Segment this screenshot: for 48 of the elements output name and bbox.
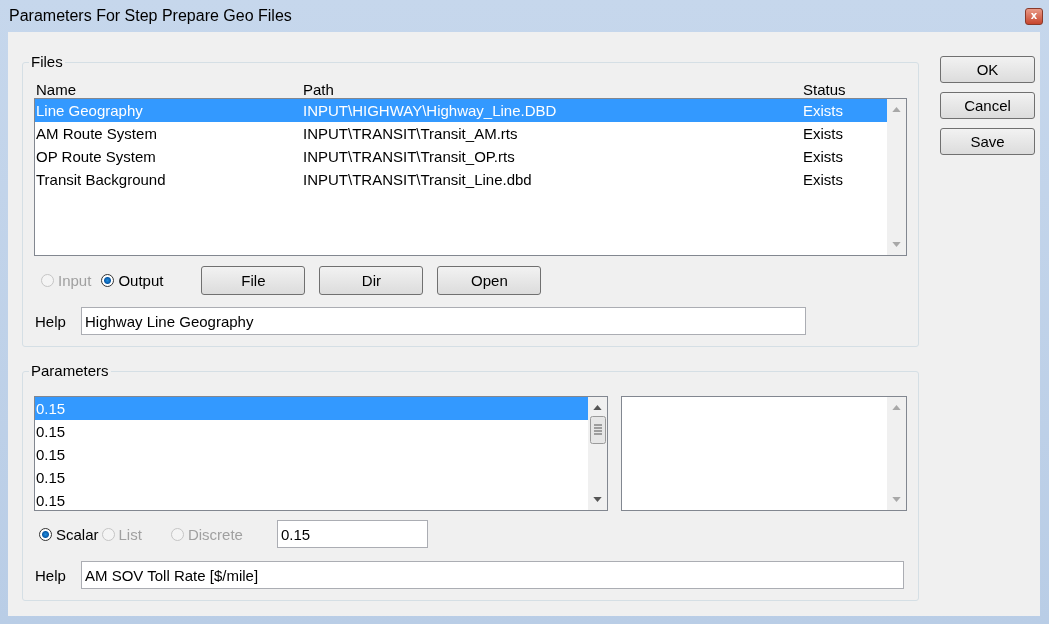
action-button[interactable]: Open	[437, 265, 542, 295]
column-header: Status	[803, 81, 847, 98]
table-cell-text: Line Geography	[36, 102, 144, 119]
radio-icon[interactable]	[101, 273, 115, 287]
file-row[interactable]: Transit Background INPUT\TRANSIT\Transit_Line.dbd Exists	[35, 168, 887, 191]
radio-label: Discrete	[187, 525, 243, 543]
table-cell-text: INPUT\TRANSIT\Transit_OP.rts	[303, 148, 516, 165]
scrollbar[interactable]	[588, 397, 607, 510]
scroll-up-icon[interactable]	[593, 405, 602, 410]
column-header: Path	[303, 81, 335, 98]
help-label: Help	[35, 312, 67, 330]
column-header: Name	[36, 81, 77, 98]
action-button[interactable]: File	[201, 265, 306, 295]
scroll-thumb-icon[interactable]	[589, 416, 606, 444]
group-label: Files	[29, 53, 65, 70]
radio-icon[interactable]	[39, 527, 52, 541]
dialog-button[interactable]: Cancel	[940, 92, 1035, 119]
value-field[interactable]: 0.15	[276, 520, 428, 548]
table-cell-text: AM Route System	[36, 125, 158, 142]
table-cell-text: Exists	[803, 125, 844, 142]
radio-button[interactable]: Scalar	[39, 525, 99, 543]
list-item[interactable]: 0.15	[35, 466, 588, 489]
file-row[interactable]: AM Route System INPUT\TRANSIT\Transit_AM.rts Exists	[35, 122, 887, 145]
radio-label: Scalar	[56, 525, 99, 543]
table-cell-text: OP Route System	[36, 148, 157, 165]
radio-label: Input	[58, 271, 92, 289]
table-cell-text: INPUT\TRANSIT\Transit_AM.rts	[303, 125, 519, 142]
help-field[interactable]: Highway Line Geography	[81, 307, 806, 335]
help-field[interactable]: AM SOV Toll Rate [$/mile]	[81, 561, 904, 589]
help-label: Help	[35, 566, 67, 584]
dialog-button[interactable]: Save	[940, 128, 1035, 155]
table-cell-text: Exists	[803, 171, 844, 188]
list-item[interactable]: 0.15	[35, 420, 588, 443]
window-title: Parameters For Step Prepare Geo Files	[9, 7, 292, 25]
table-cell-text: INPUT\HIGHWAY\Highway_Line.DBD	[303, 102, 558, 119]
file-row[interactable]: OP Route System INPUT\TRANSIT\Transit_OP.rts Exists	[35, 145, 887, 168]
radio-button[interactable]: Output	[101, 271, 164, 289]
radio-label: List	[118, 525, 142, 543]
dialog-button[interactable]: OK	[940, 56, 1035, 83]
list-item[interactable]: 0.15	[35, 443, 588, 466]
table-cell-text: Exists	[803, 148, 844, 165]
scroll-down-icon[interactable]	[593, 497, 602, 502]
table-cell-text: Transit Background	[36, 171, 167, 188]
table-cell-text: INPUT\TRANSIT\Transit_Line.dbd	[303, 171, 533, 188]
table-cell-text: Exists	[803, 102, 844, 119]
list-item[interactable]: 0.15	[35, 489, 588, 512]
action-button[interactable]: Dir	[319, 265, 424, 295]
radio-label: Output	[118, 271, 164, 289]
